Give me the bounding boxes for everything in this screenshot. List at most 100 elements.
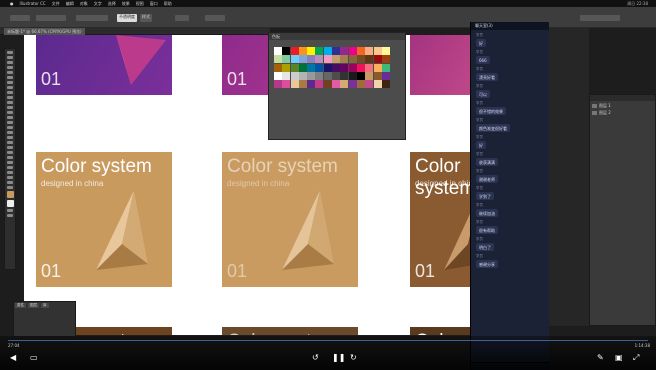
swatch-color[interactable] — [340, 80, 349, 89]
lasso-icon[interactable] — [7, 66, 13, 69]
transform-icon[interactable] — [205, 15, 225, 21]
swatch-color[interactable] — [315, 80, 324, 89]
swatch-color[interactable] — [307, 71, 316, 80]
magic-wand-icon[interactable] — [7, 61, 13, 64]
swatch-color[interactable] — [332, 55, 341, 64]
swatch-color[interactable] — [290, 47, 299, 55]
swatch-color[interactable] — [373, 71, 382, 80]
pencil-icon[interactable] — [7, 101, 13, 104]
swatch-color[interactable] — [274, 71, 282, 80]
swatch-color[interactable] — [323, 80, 332, 89]
swatch-color[interactable] — [340, 63, 349, 72]
swatch-color[interactable] — [290, 71, 299, 80]
chat-message-list[interactable]: 学员好学员 666 学员 漂亮好看 学员 可以 学员 很不错的效果 学员 颜色渐变很好看 学员好学员… — [471, 33, 549, 268]
free-transform-icon[interactable] — [7, 126, 13, 129]
line-tool-icon[interactable] — [7, 86, 13, 89]
screen-mode-icon[interactable] — [7, 214, 13, 217]
opacity-button[interactable]: 不透明度 — [117, 14, 137, 22]
swatch-color[interactable] — [348, 80, 357, 89]
menu-item-file[interactable]: 文件 — [52, 1, 60, 7]
swatch-color[interactable] — [274, 63, 282, 72]
shape-builder-icon[interactable] — [7, 131, 13, 134]
swatch-color[interactable] — [332, 63, 341, 72]
graph-icon[interactable] — [7, 166, 13, 169]
swatch-color[interactable] — [274, 47, 282, 55]
swatch-color[interactable] — [298, 55, 307, 64]
menu-item-app[interactable]: Illustrator CC — [20, 1, 46, 6]
forward-icon[interactable]: ↻ — [350, 354, 357, 362]
eyedropper-icon[interactable] — [7, 151, 13, 154]
video-progress-bar[interactable] — [8, 340, 648, 341]
swatch-color[interactable] — [298, 47, 307, 55]
swatch-color[interactable] — [307, 63, 316, 72]
swatch-color[interactable] — [340, 55, 349, 64]
swatch-color[interactable] — [323, 47, 332, 55]
swatch-color[interactable] — [373, 47, 382, 55]
menu-item-window[interactable]: 窗口 — [150, 1, 158, 7]
swatch-color[interactable] — [340, 71, 349, 80]
swatch-color[interactable] — [282, 47, 291, 55]
fill-color-icon[interactable] — [6, 191, 14, 198]
swatch-color[interactable] — [274, 80, 282, 89]
slice-icon[interactable] — [7, 176, 13, 179]
tab-libraries[interactable]: 库 — [41, 303, 49, 308]
swatch-color[interactable] — [365, 71, 374, 80]
card-pink[interactable] — [410, 35, 470, 95]
swatch-color[interactable] — [323, 63, 332, 72]
tab-properties[interactable]: 属性 — [15, 303, 26, 308]
direct-selection-tool-icon[interactable] — [7, 56, 13, 59]
card-gold-2[interactable]: Color system designed in china 01 — [222, 152, 358, 287]
card-purple[interactable]: 01 — [36, 35, 172, 95]
curvature-icon[interactable] — [7, 76, 13, 79]
scale-icon[interactable] — [7, 116, 13, 119]
swatch-color[interactable] — [373, 80, 382, 89]
swatch-color[interactable] — [365, 47, 374, 55]
menu-item-view[interactable]: 视图 — [136, 1, 144, 7]
swatch-color[interactable] — [373, 63, 382, 72]
menu-item-select[interactable]: 选择 — [108, 1, 116, 7]
swatch-color[interactable] — [298, 80, 307, 89]
menu-item-help[interactable]: 帮助 — [164, 1, 172, 7]
workspace-select[interactable] — [580, 15, 620, 21]
fullscreen-icon[interactable]: ⤢ — [633, 354, 639, 362]
menu-item-edit[interactable]: 编辑 — [66, 1, 74, 7]
layer-row[interactable]: 图层 2 — [592, 110, 653, 115]
align-icon[interactable] — [175, 15, 189, 21]
swatch-color[interactable] — [315, 47, 324, 55]
card-dark-3[interactable]: Color system — [410, 327, 470, 335]
document-tab[interactable]: 未标题-1* @ 66.67% (CMYK/GPU 预览) — [4, 28, 85, 35]
swatch-color[interactable] — [332, 80, 341, 89]
swatch-color[interactable] — [381, 55, 390, 64]
pause-icon[interactable]: ❚❚ — [332, 354, 345, 362]
layer-row[interactable]: 图层 1 — [592, 103, 653, 108]
rotate-icon[interactable] — [7, 111, 13, 114]
swatch-color[interactable] — [315, 71, 324, 80]
card-brown[interactable]: Color system designed in china 01 — [410, 152, 470, 287]
swatch-color[interactable] — [332, 47, 341, 55]
rectangle-tool-icon[interactable] — [7, 91, 13, 94]
width-tool-icon[interactable] — [7, 121, 13, 124]
fill-swatch[interactable] — [10, 15, 30, 21]
selection-tool-icon[interactable] — [7, 51, 13, 54]
swatch-color[interactable] — [348, 63, 357, 72]
swatch-color[interactable] — [282, 55, 291, 64]
type-tool-icon[interactable] — [7, 81, 13, 84]
gradient-icon[interactable] — [7, 146, 13, 149]
swatch-color[interactable] — [381, 71, 390, 80]
swatch-color[interactable] — [274, 55, 282, 64]
swatch-color[interactable] — [307, 47, 316, 55]
card-gold-1[interactable]: Color system designed in china 01 — [36, 152, 172, 287]
layers-panel-tabs[interactable] — [590, 95, 655, 101]
swatch-color[interactable] — [307, 80, 316, 89]
swatch-color[interactable] — [315, 55, 324, 64]
swatch-color[interactable] — [381, 47, 390, 55]
swatch-color[interactable] — [315, 63, 324, 72]
variable-width-select[interactable] — [76, 15, 108, 21]
stroke-color-icon[interactable] — [6, 200, 14, 207]
tab-layers[interactable]: 图层 — [28, 303, 39, 308]
chat-toggle-icon[interactable]: ▭ — [30, 354, 38, 362]
swatch-color[interactable] — [356, 71, 365, 80]
swatch-color[interactable] — [373, 55, 382, 64]
drawing-mode-icon[interactable] — [7, 209, 13, 212]
volume-icon[interactable]: ◀ — [10, 354, 16, 362]
